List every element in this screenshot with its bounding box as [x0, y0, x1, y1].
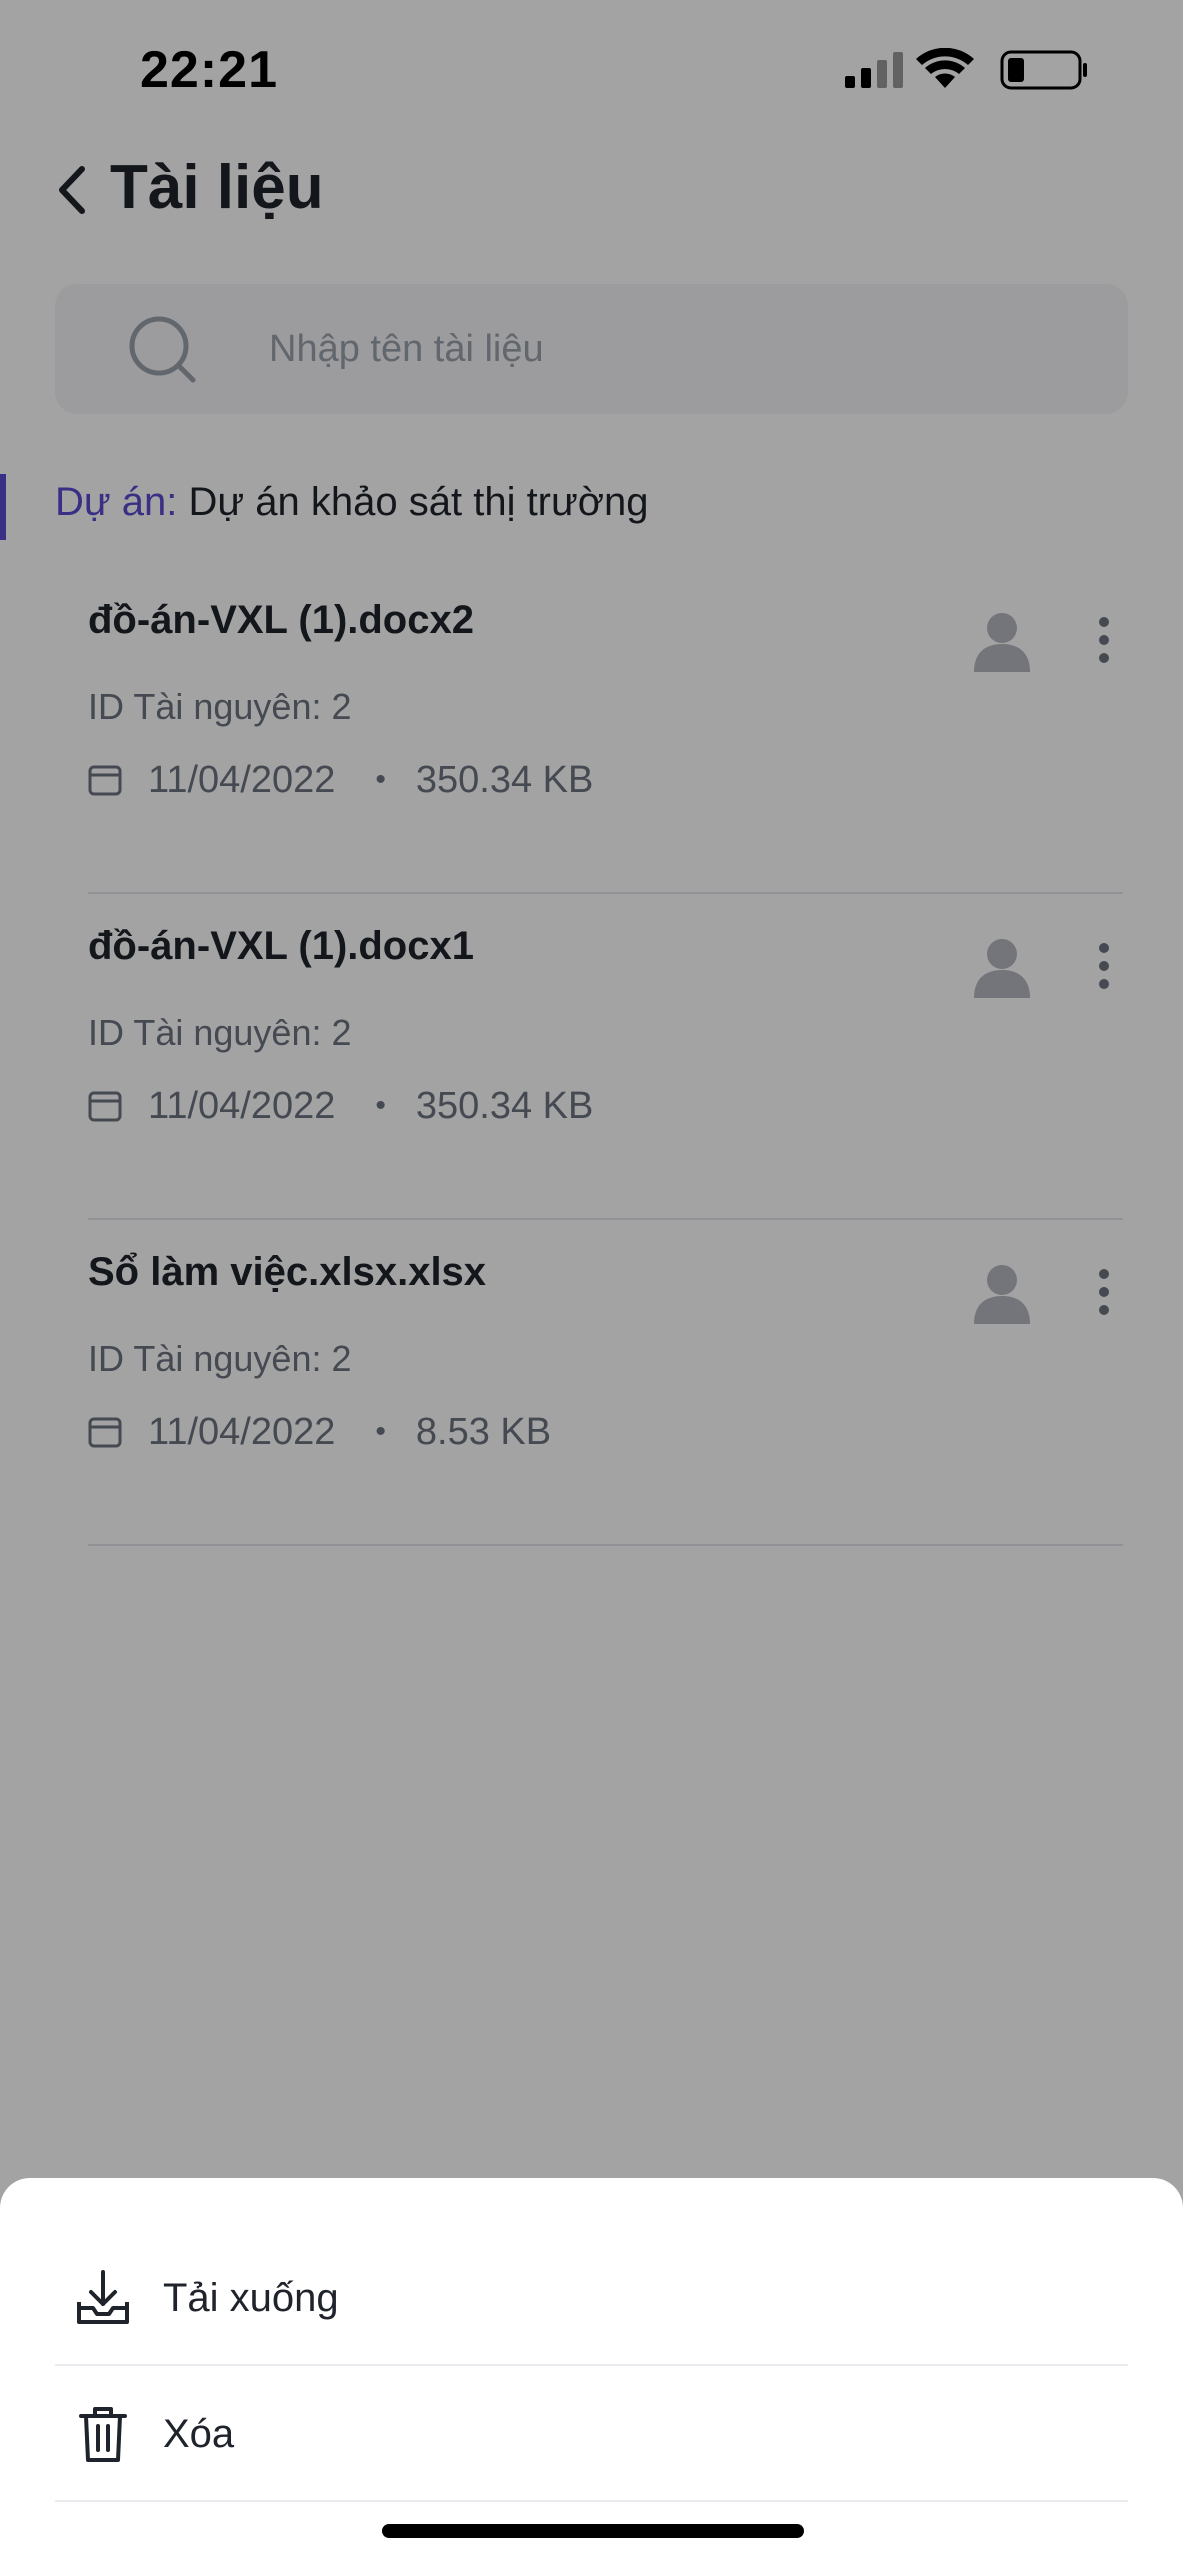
delete-label: Xóa: [163, 2411, 235, 2456]
download-label: Tải xuống: [163, 2275, 339, 2320]
delete-action[interactable]: Xóa: [55, 2368, 1128, 2502]
trash-icon: [79, 2407, 127, 2462]
modal-overlay[interactable]: [0, 0, 1183, 2560]
home-indicator[interactable]: [382, 2524, 804, 2538]
action-sheet: Tải xuống Xóa: [0, 2178, 1183, 2560]
download-action[interactable]: Tải xuống: [55, 2232, 1128, 2366]
download-icon: [77, 2270, 129, 2324]
